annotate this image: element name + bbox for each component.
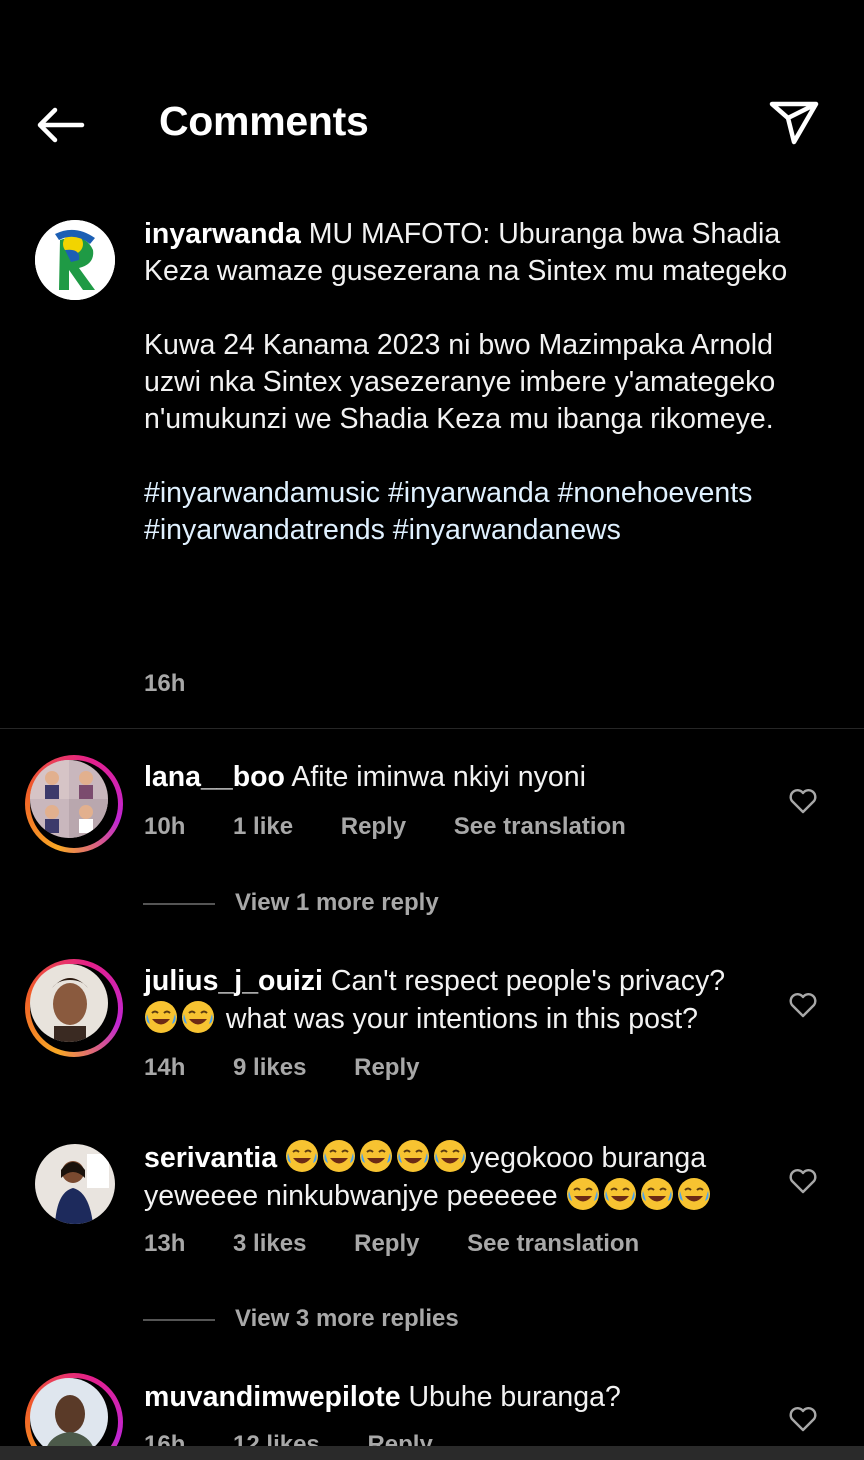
avatar[interactable] — [25, 1373, 123, 1446]
comment-username[interactable]: lana__boo — [144, 761, 285, 793]
face-with-tears-of-joy-icon — [286, 1140, 319, 1172]
face-with-tears-of-joy-icon — [677, 1178, 710, 1210]
comment-meta: 16h 12 likes Reply — [144, 1431, 474, 1446]
inyarwanda-logo-icon — [35, 220, 115, 300]
comment-likes[interactable]: 9 likes — [233, 1054, 306, 1081]
comment-likes[interactable]: 3 likes — [233, 1230, 306, 1257]
comment-text: serivantia yegokooo buranga yeweeee ninku… — [144, 1139, 764, 1215]
comment-time: 16h — [144, 1431, 186, 1446]
header-bar: Comments — [0, 0, 864, 200]
heart-icon[interactable] — [788, 1167, 818, 1195]
heart-icon[interactable] — [788, 991, 818, 1019]
comment-body-2: yeweeee ninkubwanjye peeeeee — [144, 1180, 566, 1212]
view-more-replies-button[interactable]: View 1 more reply — [143, 889, 439, 917]
face-with-tears-of-joy-icon — [145, 1001, 177, 1033]
reply-button[interactable]: Reply — [354, 1230, 419, 1257]
comment-time: 14h — [144, 1054, 186, 1081]
face-with-tears-of-joy-icon — [360, 1140, 393, 1172]
heart-icon[interactable] — [788, 1405, 818, 1433]
comment-text: muvandimwepilote Ubuhe buranga? — [144, 1379, 764, 1416]
comment-time: 13h — [144, 1230, 186, 1257]
caption-timestamp: 16h — [144, 670, 186, 697]
inyarwanda-avatar[interactable] — [35, 220, 115, 300]
post-caption: inyarwanda MU MAFOTO: Uburanga bwa Shadi… — [0, 210, 864, 728]
avatar[interactable] — [25, 959, 123, 1057]
comment-username[interactable]: muvandimwepilote — [144, 1381, 401, 1413]
caption-username[interactable]: inyarwanda — [144, 218, 301, 250]
comment-username[interactable]: julius_j_ouizi — [144, 965, 323, 997]
comment-likes[interactable]: 1 like — [233, 813, 293, 840]
comment-body: Can't respect people's privacy? — [322, 965, 726, 997]
face-with-tears-of-joy-icon — [566, 1178, 599, 1210]
reply-button[interactable]: Reply — [341, 813, 406, 840]
caption-hashtags[interactable]: #inyarwandamusic #inyarwanda #nonehoeven… — [144, 477, 760, 546]
comment-meta: 10h 1 like Reply See translation — [144, 813, 667, 841]
view-more-replies-label: View 1 more reply — [235, 889, 439, 916]
comment-body: Ubuhe buranga? — [400, 1381, 621, 1413]
comment-meta: 14h 9 likes Reply — [144, 1054, 460, 1082]
avatar[interactable] — [35, 1144, 115, 1224]
comment-text: lana__boo Afite iminwa nkiyi nyoni — [144, 759, 764, 796]
face-with-tears-of-joy-icon — [182, 1001, 214, 1033]
bottom-bar — [0, 1446, 864, 1460]
see-translation-button[interactable]: See translation — [467, 1230, 639, 1257]
face-with-tears-of-joy-icon — [603, 1178, 636, 1210]
comment-item: muvandimwepilote Ubuhe buranga? 16h 12 l… — [0, 1373, 864, 1446]
comment-text: julius_j_ouizi Can't respect people's pr… — [144, 963, 764, 1038]
comment-body-2: what was your intentions in this post? — [218, 1003, 699, 1035]
comment-body: Afite iminwa nkiyi nyoni — [284, 761, 586, 793]
send-icon[interactable] — [764, 96, 824, 150]
see-translation-button[interactable]: See translation — [454, 813, 626, 840]
avatar[interactable] — [25, 755, 123, 853]
comment-username[interactable]: serivantia — [144, 1142, 277, 1174]
face-with-tears-of-joy-icon — [640, 1178, 673, 1210]
caption-body: Kuwa 24 Kanama 2023 ni bwo Mazimpaka Arn… — [144, 329, 784, 435]
comment-body: yegokooo buranga — [470, 1142, 707, 1174]
face-with-tears-of-joy-icon — [434, 1140, 467, 1172]
view-more-replies-button[interactable]: View 3 more replies — [143, 1305, 459, 1333]
divider — [0, 728, 864, 729]
face-with-tears-of-joy-icon — [323, 1140, 356, 1172]
comment-likes[interactable]: 12 likes — [233, 1431, 320, 1446]
heart-icon[interactable] — [788, 787, 818, 815]
reply-button[interactable]: Reply — [367, 1431, 432, 1446]
page-title: Comments — [159, 98, 369, 144]
comment-time: 10h — [144, 813, 186, 840]
reply-button[interactable]: Reply — [354, 1054, 419, 1081]
caption-text: inyarwanda MU MAFOTO: Uburanga bwa Shadi… — [144, 216, 824, 549]
comment-meta: 13h 3 likes Reply See translation — [144, 1230, 680, 1258]
face-with-tears-of-joy-icon — [397, 1140, 430, 1172]
back-arrow-icon[interactable] — [30, 100, 90, 150]
view-more-replies-label: View 3 more replies — [235, 1305, 459, 1332]
